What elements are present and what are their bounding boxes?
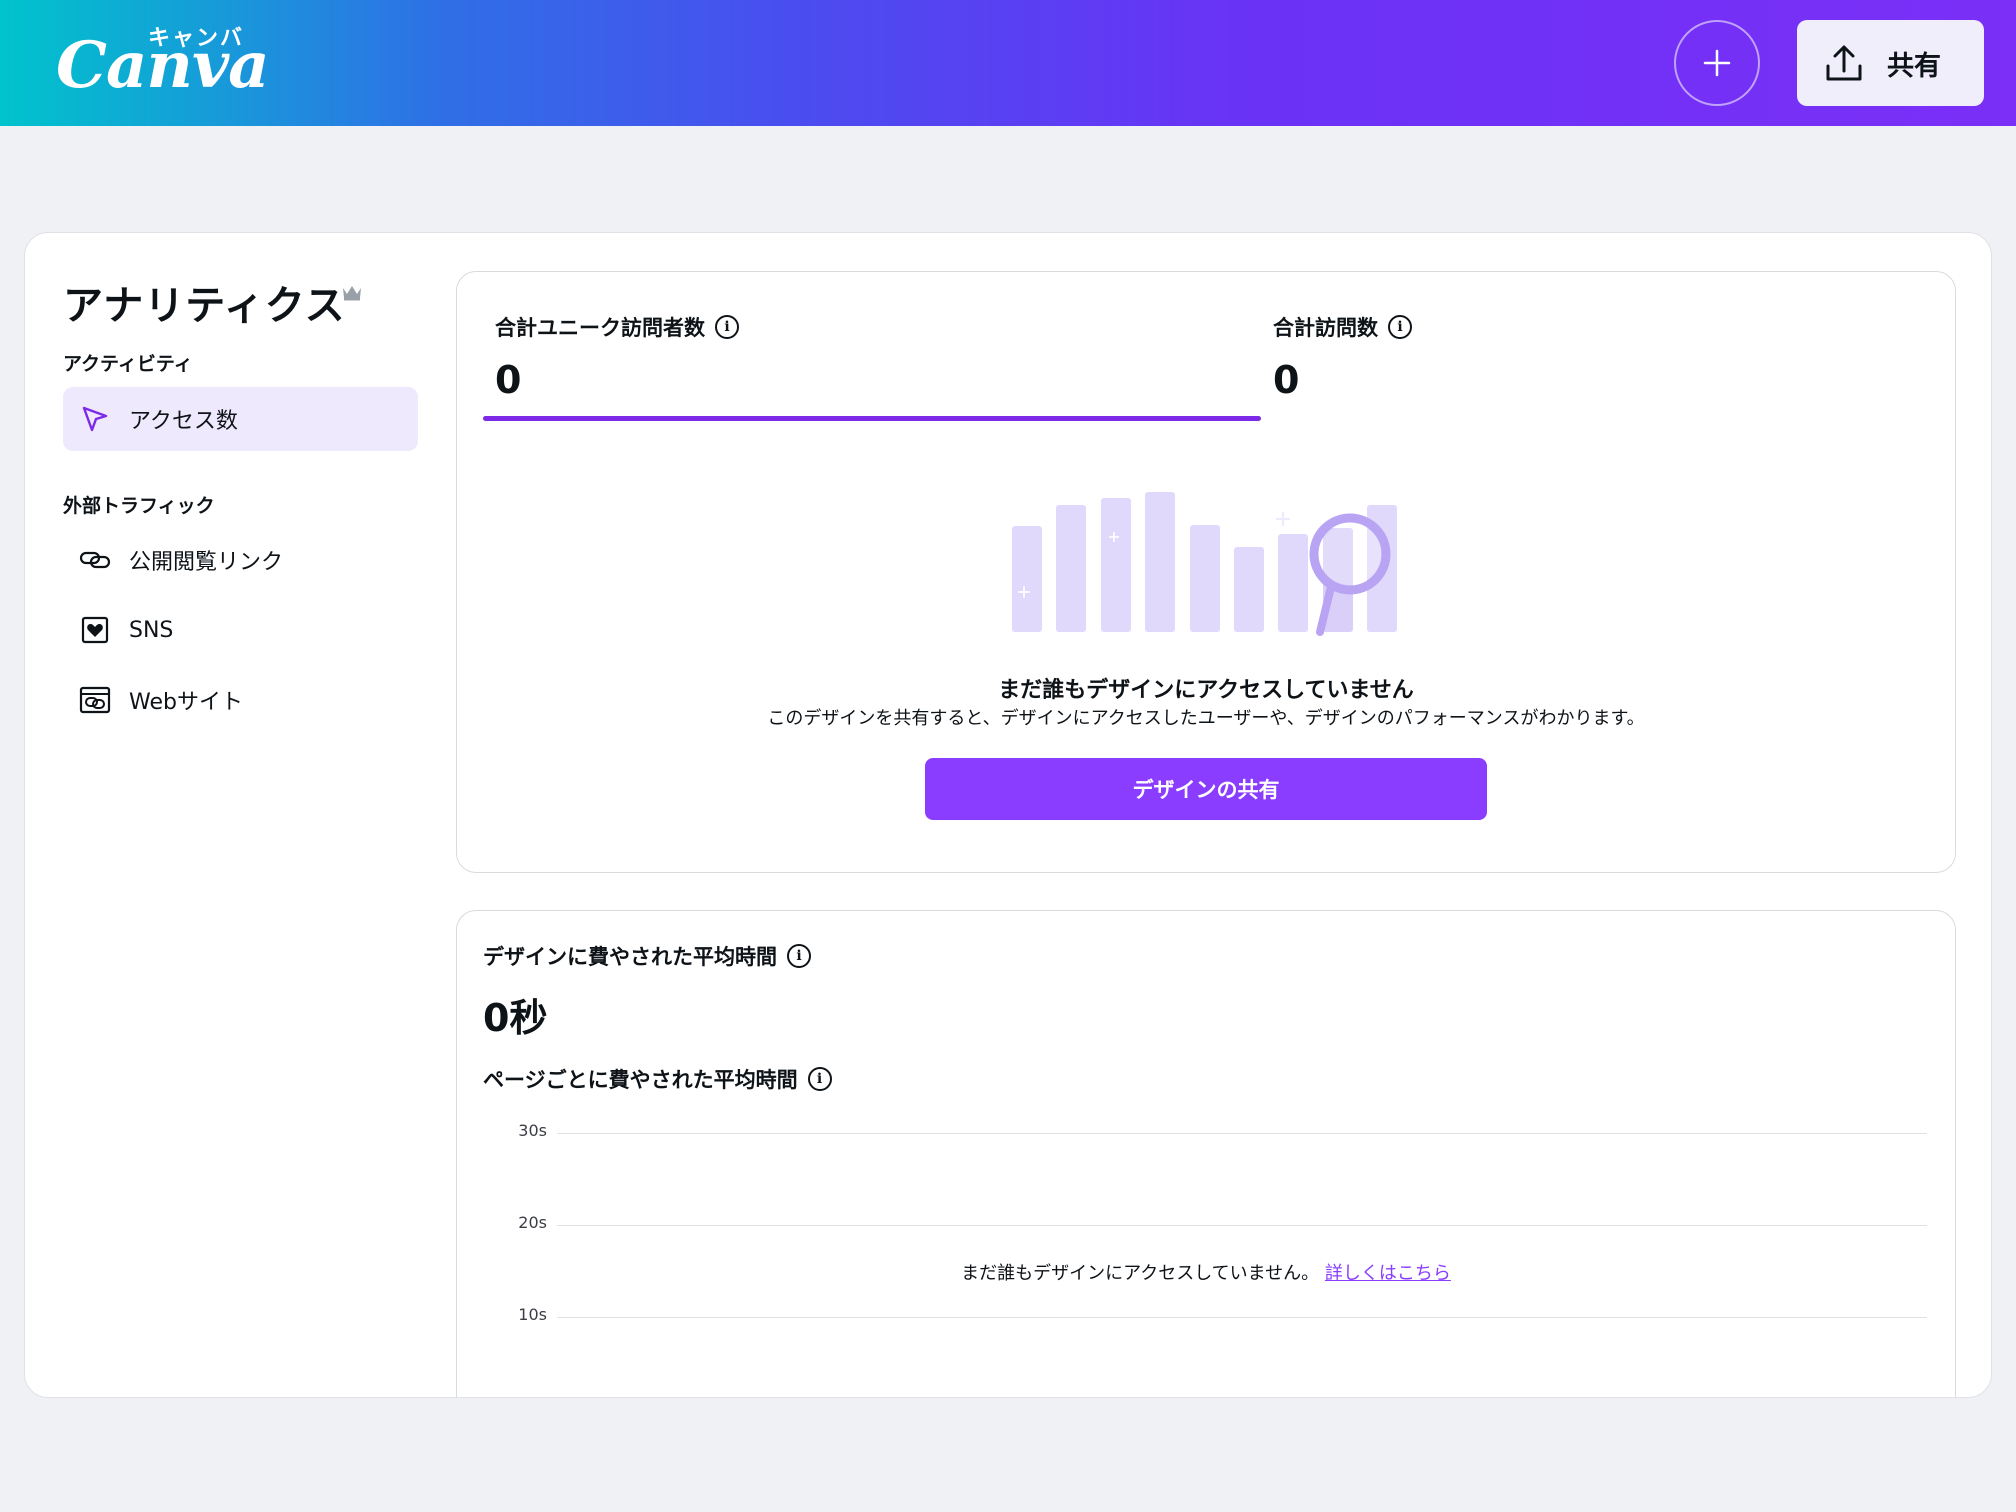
total-visits-value: 0 — [1273, 358, 1300, 402]
gridline — [557, 1317, 1927, 1318]
total-visits-label[interactable]: 合計訪問数 i — [1273, 312, 1412, 342]
y-tick-label: 0 — [483, 1397, 547, 1398]
sidebar-item-public-link[interactable]: 公開閲覧リンク — [63, 528, 418, 592]
unique-visitors-label-text: 合計ユニーク訪問者数 — [495, 316, 705, 340]
total-visits-label-text: 合計訪問数 — [1273, 316, 1378, 340]
avg-time-label-text: デザインに費やされた平均時間 — [483, 945, 777, 969]
sidebar-item-label: SNS — [129, 617, 174, 643]
avg-time-value: 0秒 — [483, 996, 548, 1040]
sidebar-item-label: アクセス数 — [129, 409, 238, 434]
info-icon[interactable]: i — [787, 944, 811, 968]
visits-panel: 合計ユニーク訪問者数 i 0 合計訪問数 i 0 まだ誰もデザインにアクセスして… — [456, 271, 1956, 873]
website-icon — [79, 684, 111, 716]
sidebar-item-visits[interactable]: アクセス数 — [63, 387, 418, 451]
unique-visitors-value: 0 — [495, 358, 522, 402]
heart-icon — [79, 614, 111, 646]
crown-icon — [343, 286, 361, 301]
canva-logo[interactable]: キャンバ Canva — [56, 18, 270, 108]
gridline — [557, 1225, 1927, 1226]
share-button[interactable]: 共有 — [1797, 20, 1984, 106]
share-button-label: 共有 — [1887, 50, 1941, 82]
active-tab-indicator — [483, 416, 1261, 421]
sidebar-item-website[interactable]: Webサイト — [63, 668, 418, 732]
logo-text: Canva — [56, 28, 270, 103]
learn-more-link[interactable]: 詳しくはこちら — [1325, 1263, 1451, 1284]
sidebar-item-label: 公開閲覧リンク — [129, 550, 284, 575]
chart-empty-text: まだ誰もデザインにアクセスしていません。 — [961, 1263, 1320, 1284]
empty-state-description: このデザインを共有すると、デザインにアクセスしたユーザーや、デザインのパフォーマ… — [767, 708, 1645, 729]
empty-state-title: まだ誰もデザインにアクセスしていません — [998, 678, 1414, 703]
plus-icon — [1703, 49, 1731, 77]
info-icon[interactable]: i — [1388, 315, 1412, 339]
upload-icon — [1826, 45, 1862, 81]
top-bar: キャンバ Canva 共有 — [0, 0, 2016, 126]
time-panel: デザインに費やされた平均時間 i 0秒 ページごとに費やされた平均時間 i 30… — [456, 910, 1956, 1398]
empty-chart-illustration — [1012, 492, 1397, 636]
section-external-traffic: 外部トラフィック — [63, 495, 215, 517]
info-icon[interactable]: i — [807, 1067, 832, 1091]
share-design-button[interactable]: デザインの共有 — [925, 758, 1487, 820]
info-icon[interactable]: i — [715, 315, 739, 339]
analytics-card: アナリティクス アクティビティ アクセス数 外部トラフィック 公開閲覧リンク S… — [24, 232, 1992, 1398]
unique-visitors-label: 合計ユニーク訪問者数 i — [495, 312, 739, 342]
per-page-time-label-text: ページごとに費やされた平均時間 — [483, 1068, 798, 1092]
y-tick-label: 20s — [518, 1213, 547, 1232]
sidebar-item-sns[interactable]: SNS — [63, 598, 418, 662]
avg-time-label: デザインに費やされた平均時間 i — [483, 941, 811, 971]
per-page-time-label: ページごとに費やされた平均時間 i — [483, 1064, 832, 1094]
link-icon — [79, 544, 111, 576]
chart-empty-message: まだ誰もデザインにアクセスしていません。 詳しくはこちら — [457, 1259, 1955, 1285]
sidebar-item-label: Webサイト — [129, 690, 243, 715]
y-tick-label: 30s — [518, 1121, 547, 1140]
gridline — [557, 1133, 1927, 1134]
cursor-icon — [79, 403, 111, 435]
page-title: アナリティクス — [63, 283, 346, 329]
y-tick-label: 10s — [518, 1305, 547, 1324]
create-button[interactable] — [1674, 20, 1760, 106]
section-activity: アクティビティ — [63, 353, 193, 375]
